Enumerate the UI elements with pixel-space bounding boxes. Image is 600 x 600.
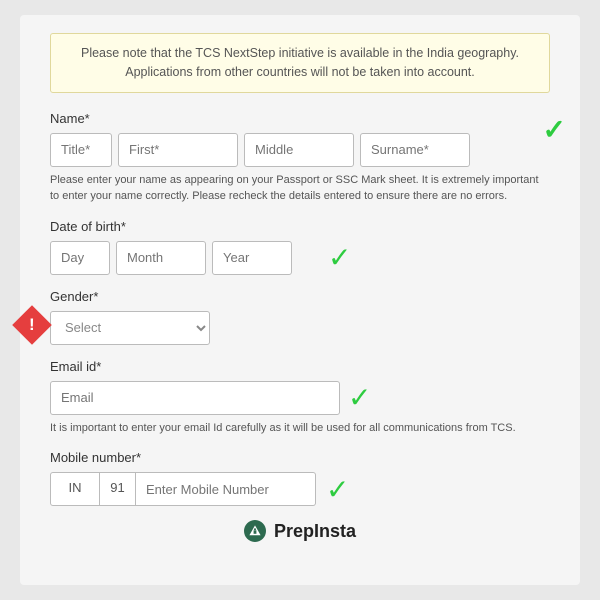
notice-line2: Applications from other countries will n… xyxy=(125,65,475,79)
footer: PrepInsta xyxy=(50,520,550,542)
name-helper: Please enter your name as appearing on y… xyxy=(50,172,550,205)
surname-input[interactable] xyxy=(360,133,470,167)
middle-name-input[interactable] xyxy=(244,133,354,167)
mobile-label: Mobile number* xyxy=(50,450,550,465)
warning-exclamation: ! xyxy=(29,314,35,334)
email-helper: It is important to enter your email Id c… xyxy=(50,420,550,437)
prepinsta-label: PrepInsta xyxy=(274,521,356,542)
notice-box: Please note that the TCS NextStep initia… xyxy=(50,33,550,93)
notice-line1: Please note that the TCS NextStep initia… xyxy=(81,46,519,60)
month-input[interactable] xyxy=(116,241,206,275)
dob-label: Date of birth* xyxy=(50,219,550,234)
email-field-group: Email id* ✓ It is important to enter you… xyxy=(50,359,550,437)
gender-select[interactable]: Select Male Female Other xyxy=(50,311,210,345)
gender-field-group: ! Gender* Select Male Female Other xyxy=(50,289,550,345)
email-row: ✓ xyxy=(50,381,550,415)
name-label: Name* xyxy=(50,111,550,126)
title-input[interactable] xyxy=(50,133,112,167)
mobile-row: IN 91 ✓ xyxy=(50,472,550,506)
warning-icon: ! xyxy=(12,305,52,345)
prepinsta-logo-icon xyxy=(248,524,262,538)
email-checkmark: ✓ xyxy=(348,381,371,414)
mobile-number-input[interactable] xyxy=(136,472,316,506)
year-input[interactable] xyxy=(212,241,292,275)
mobile-code: 91 xyxy=(100,472,136,506)
mobile-checkmark: ✓ xyxy=(326,473,349,506)
email-label: Email id* xyxy=(50,359,550,374)
mobile-country: IN xyxy=(50,472,100,506)
name-checkmark: ✓ xyxy=(543,113,566,146)
first-name-input[interactable] xyxy=(118,133,238,167)
form-container: Please note that the TCS NextStep initia… xyxy=(20,15,580,585)
dob-checkmark: ✓ xyxy=(328,241,351,274)
name-row: ✓ xyxy=(50,133,550,167)
name-field-group: Name* ✓ Please enter your name as appear… xyxy=(50,111,550,205)
mobile-field-group: Mobile number* IN 91 ✓ xyxy=(50,450,550,506)
gender-label: Gender* xyxy=(50,289,550,304)
day-input[interactable] xyxy=(50,241,110,275)
email-input[interactable] xyxy=(50,381,340,415)
dob-field-group: Date of birth* ✓ xyxy=(50,219,550,275)
prepinsta-logo xyxy=(244,520,266,542)
dob-row: ✓ xyxy=(50,241,550,275)
